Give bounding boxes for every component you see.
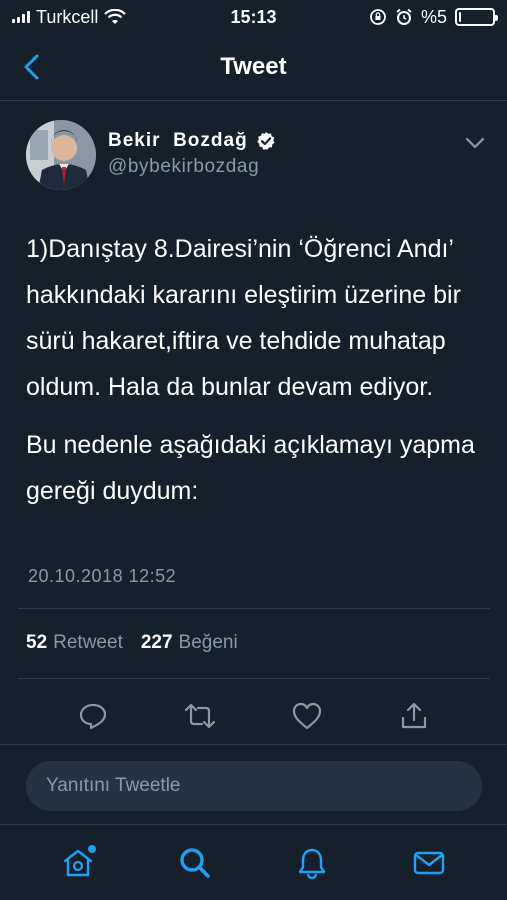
chevron-down-icon[interactable] bbox=[464, 134, 486, 152]
chevron-left-icon[interactable] bbox=[18, 52, 48, 82]
verified-badge-icon bbox=[257, 132, 275, 150]
share-icon bbox=[401, 702, 426, 729]
bell-icon bbox=[298, 848, 326, 879]
divider bbox=[18, 678, 490, 679]
tab-notifications[interactable] bbox=[292, 843, 332, 883]
divider bbox=[18, 608, 490, 609]
wifi-icon bbox=[104, 9, 127, 24]
retweet-count: 52 bbox=[26, 632, 48, 653]
page-title: Tweet bbox=[220, 53, 287, 80]
like-count: 227 bbox=[140, 632, 173, 653]
tweet-timestamp: 20.10.2018 12:52 bbox=[28, 566, 177, 586]
tweet-paragraph: Bu nedenle aşağıdaki açıklamayı yapma ge… bbox=[26, 431, 475, 505]
author-name-row: Bekir Bozdağ bbox=[108, 130, 276, 152]
author-handle[interactable]: @bybekirbozdag bbox=[108, 156, 259, 178]
retweet-icon bbox=[185, 703, 216, 729]
mail-icon bbox=[413, 851, 444, 874]
author-name[interactable]: Bekir Bozdağ bbox=[108, 130, 248, 152]
tab-bar bbox=[0, 824, 507, 900]
nav-bar: Tweet bbox=[0, 34, 507, 101]
battery-level bbox=[459, 12, 461, 22]
battery-percent: %5 bbox=[420, 6, 447, 27]
share-button[interactable] bbox=[397, 699, 431, 733]
avatar-image bbox=[26, 120, 96, 190]
status-left: Turkcell bbox=[12, 7, 212, 28]
retweet-stat[interactable]: 52 Retweet bbox=[26, 632, 123, 654]
rotation-lock-icon bbox=[370, 9, 386, 25]
tab-messages[interactable] bbox=[409, 843, 449, 883]
tab-home[interactable] bbox=[58, 843, 98, 883]
notification-dot bbox=[88, 844, 97, 853]
tweet-actions bbox=[0, 690, 507, 742]
search-icon bbox=[180, 847, 210, 878]
like-stat[interactable]: 227 Beğeni bbox=[141, 632, 238, 654]
carrier-name: Turkcell bbox=[36, 6, 99, 27]
tweet-text: 1)Danıştay 8.Dairesi’nin ‘Öğrenci Andı’ … bbox=[26, 226, 496, 526]
reply-area: Yanıtını Tweetle bbox=[0, 744, 507, 824]
status-right: %5 bbox=[369, 6, 498, 28]
reply-button[interactable] bbox=[76, 699, 110, 733]
like-button[interactable] bbox=[290, 699, 324, 733]
battery-icon bbox=[455, 8, 498, 26]
retweet-button[interactable] bbox=[183, 699, 217, 733]
status-bar: Turkcell 15:13 %5 bbox=[0, 0, 507, 34]
tweet-paragraph: 1)Danıştay 8.Dairesi’nin ‘Öğrenci Andı’ … bbox=[26, 235, 461, 401]
reply-icon bbox=[80, 703, 107, 730]
avatar[interactable] bbox=[26, 120, 96, 190]
tab-search[interactable] bbox=[175, 843, 215, 883]
retweet-label: Retweet bbox=[53, 632, 123, 653]
heart-icon bbox=[292, 702, 321, 730]
alarm-icon bbox=[396, 8, 412, 25]
tweet-stats: 52 Retweet 227 Beğeni bbox=[26, 632, 238, 654]
reply-input[interactable]: Yanıtını Tweetle bbox=[26, 761, 482, 811]
signal-icon bbox=[12, 11, 30, 23]
like-label: Beğeni bbox=[178, 632, 238, 653]
